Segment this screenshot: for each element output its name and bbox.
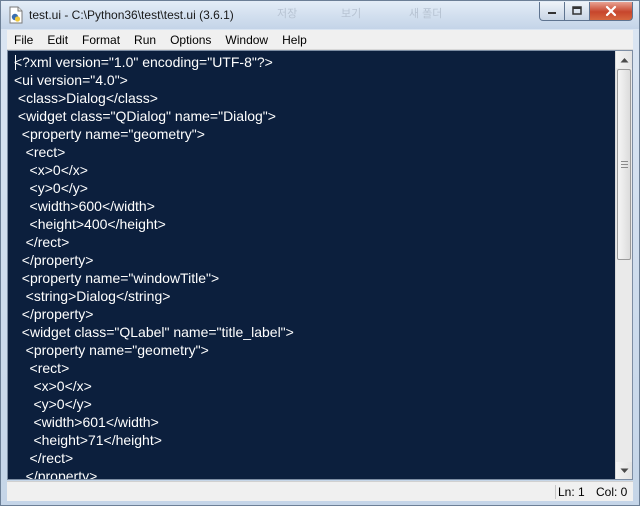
code-line: <y>0</y> bbox=[14, 396, 92, 412]
code-line: </rect> bbox=[14, 234, 70, 250]
code-line: <x>0</x> bbox=[14, 378, 92, 394]
status-divider bbox=[555, 485, 556, 499]
window-controls bbox=[539, 2, 633, 21]
text-cursor bbox=[15, 55, 16, 70]
code-line: <rect> bbox=[14, 144, 66, 160]
code-line: <property name="geometry"> bbox=[14, 126, 205, 142]
minimize-icon bbox=[548, 12, 556, 14]
line-number-status: Ln: 1 bbox=[558, 485, 585, 499]
thumb-grip bbox=[621, 161, 628, 162]
menu-run[interactable]: Run bbox=[127, 30, 163, 50]
thumb-grip bbox=[621, 164, 628, 165]
menu-help[interactable]: Help bbox=[275, 30, 314, 50]
maximize-icon bbox=[572, 6, 582, 15]
background-label: 보기 bbox=[341, 8, 362, 20]
python-file-icon bbox=[8, 6, 24, 24]
code-line: <x>0</x> bbox=[14, 162, 88, 178]
code-line: <property name="geometry"> bbox=[14, 342, 209, 358]
maximize-button[interactable] bbox=[565, 2, 590, 21]
column-number-status: Col: 0 bbox=[596, 485, 628, 499]
editor-frame: <?xml version="1.0" encoding="UTF-8"?> <… bbox=[7, 50, 633, 480]
close-button[interactable] bbox=[590, 2, 633, 21]
menu-options[interactable]: Options bbox=[163, 30, 218, 50]
code-line: </property> bbox=[14, 306, 94, 322]
menu-bar: File Edit Format Run Options Window Help bbox=[7, 30, 633, 50]
code-line: <class>Dialog</class> bbox=[14, 90, 158, 106]
code-line: <property name="windowTitle"> bbox=[14, 270, 220, 286]
scroll-down-button[interactable] bbox=[616, 462, 632, 479]
code-line: </property> bbox=[14, 252, 94, 268]
code-line: <ui version="4.0"> bbox=[14, 72, 128, 88]
menu-file[interactable]: File bbox=[7, 30, 40, 50]
title-bar[interactable]: test.ui - C:\Python36\test\test.ui (3.6.… bbox=[1, 1, 639, 29]
arrow-up-icon bbox=[620, 57, 628, 62]
background-label: 새 폴더 bbox=[409, 8, 443, 20]
code-line: <height>400</height> bbox=[14, 216, 166, 232]
menu-edit[interactable]: Edit bbox=[40, 30, 75, 50]
menu-format[interactable]: Format bbox=[75, 30, 127, 50]
code-line: <rect> bbox=[14, 360, 70, 376]
code-line: <y>0</y> bbox=[14, 180, 88, 196]
close-icon bbox=[605, 5, 617, 17]
code-line: <string>Dialog</string> bbox=[14, 288, 171, 304]
scroll-up-button[interactable] bbox=[616, 51, 632, 68]
vertical-scrollbar[interactable] bbox=[615, 51, 632, 479]
code-line: <height>71</height> bbox=[14, 432, 162, 448]
menu-window[interactable]: Window bbox=[218, 30, 275, 50]
arrow-down-icon bbox=[620, 468, 628, 473]
code-editor[interactable]: <?xml version="1.0" encoding="UTF-8"?> <… bbox=[8, 51, 615, 479]
code-line: <widget class="QLabel" name="title_label… bbox=[14, 324, 294, 340]
window-title: test.ui - C:\Python36\test\test.ui (3.6.… bbox=[29, 8, 234, 22]
minimize-button[interactable] bbox=[539, 2, 565, 21]
idle-editor-window: test.ui - C:\Python36\test\test.ui (3.6.… bbox=[0, 0, 640, 506]
code-line: </rect> bbox=[14, 450, 74, 466]
code-line: <width>601</width> bbox=[14, 414, 159, 430]
thumb-grip bbox=[621, 167, 628, 168]
code-line: <?xml version="1.0" encoding="UTF-8"?> bbox=[14, 54, 273, 70]
code-line: </property> bbox=[14, 468, 98, 479]
code-line: <width>600</width> bbox=[14, 198, 155, 214]
background-label: 저장 bbox=[277, 8, 298, 20]
scrollbar-thumb[interactable] bbox=[617, 69, 631, 260]
code-line: <widget class="QDialog" name="Dialog"> bbox=[14, 108, 276, 124]
status-bar: Ln: 1 Col: 0 bbox=[7, 481, 633, 501]
